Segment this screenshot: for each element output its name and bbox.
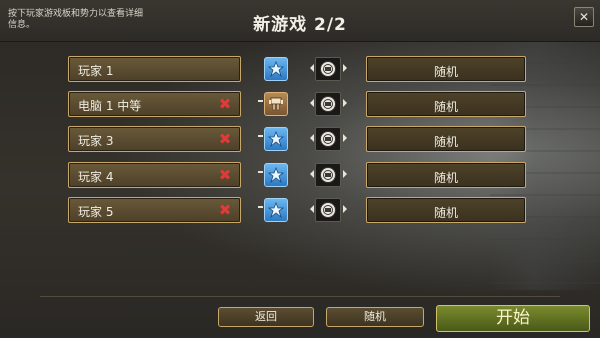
random-select[interactable]: 随机 [366, 56, 526, 82]
blue-ship-icon [268, 167, 284, 183]
team-prev-arrow[interactable] [310, 134, 314, 142]
random-select-label: 随机 [433, 100, 458, 114]
player-name-label: 玩家 1 [78, 64, 114, 78]
randomize-button[interactable]: 随机 [326, 307, 424, 327]
remove-player-icon[interactable]: ✖ [218, 202, 232, 218]
team-token-button[interactable] [315, 57, 341, 81]
ai-faction-button[interactable] [264, 92, 288, 116]
player-name-label: 玩家 3 [78, 134, 114, 148]
random-select[interactable]: 随机 [366, 91, 526, 117]
team-prev-arrow[interactable] [310, 64, 314, 72]
random-select-label: 随机 [433, 65, 458, 79]
close-button[interactable]: ✕ [574, 7, 594, 27]
random-select[interactable]: 随机 [366, 197, 526, 223]
player-row: 玩家 5 ✖ 随机 [0, 197, 600, 225]
header-bar: 按下玩家游戏板和势力以查看详细信息。 新游戏 2/2 ✕ [0, 0, 600, 42]
board-token-icon [320, 61, 336, 77]
team-next-arrow[interactable] [343, 170, 347, 178]
player-name-field[interactable]: 玩家 1 [68, 56, 241, 82]
player-name-field[interactable]: 玩家 5 ✖ [68, 197, 241, 223]
page-title: 新游戏 2/2 [253, 15, 347, 35]
team-prev-arrow[interactable] [310, 170, 314, 178]
faction-dash [258, 135, 263, 137]
remove-player-icon[interactable]: ✖ [218, 131, 232, 147]
faction-dash [258, 171, 263, 173]
team-next-arrow[interactable] [343, 134, 347, 142]
board-token-icon [320, 202, 336, 218]
board-token-icon [320, 167, 336, 183]
player-row: 玩家 4 ✖ 随机 [0, 162, 600, 190]
random-select[interactable]: 随机 [366, 126, 526, 152]
board-token-icon [320, 131, 336, 147]
player-row: 玩家 3 ✖ 随机 [0, 126, 600, 154]
team-token-button[interactable] [315, 163, 341, 187]
team-token-button[interactable] [315, 92, 341, 116]
team-prev-arrow[interactable] [310, 99, 314, 107]
team-next-arrow[interactable] [343, 99, 347, 107]
start-button[interactable]: 开始 [436, 305, 590, 332]
blue-ship-icon [268, 131, 284, 147]
close-icon: ✕ [578, 10, 590, 24]
player-name-label: 玩家 5 [78, 205, 114, 219]
player-name-field[interactable]: 电脑 1 中等 ✖ [68, 91, 241, 117]
random-select-label: 随机 [433, 171, 458, 185]
brown-mech-icon [269, 97, 283, 111]
blue-ship-icon [268, 202, 284, 218]
player-faction-button[interactable] [264, 198, 288, 222]
blue-ship-icon [268, 61, 284, 77]
player-faction-button[interactable] [264, 163, 288, 187]
remove-player-icon[interactable]: ✖ [218, 167, 232, 183]
team-token-button[interactable] [315, 198, 341, 222]
faction-dash [258, 100, 263, 102]
player-name-label: 电脑 1 中等 [78, 99, 142, 113]
random-select-label: 随机 [433, 206, 458, 220]
random-select-label: 随机 [433, 135, 458, 149]
player-name-field[interactable]: 玩家 3 ✖ [68, 126, 241, 152]
player-faction-button[interactable] [264, 57, 288, 81]
team-prev-arrow[interactable] [310, 205, 314, 213]
random-select[interactable]: 随机 [366, 162, 526, 188]
player-row: 电脑 1 中等 ✖ 随机 [0, 91, 600, 119]
team-next-arrow[interactable] [343, 205, 347, 213]
faction-dash [258, 206, 263, 208]
team-token-button[interactable] [315, 127, 341, 151]
player-row: 玩家 1 随机 [0, 56, 600, 84]
back-button[interactable]: 返回 [218, 307, 314, 327]
board-token-icon [320, 96, 336, 112]
footer-divider [40, 296, 560, 297]
player-name-field[interactable]: 玩家 4 ✖ [68, 162, 241, 188]
player-faction-button[interactable] [264, 127, 288, 151]
player-name-label: 玩家 4 [78, 170, 114, 184]
team-next-arrow[interactable] [343, 64, 347, 72]
remove-player-icon[interactable]: ✖ [218, 96, 232, 112]
